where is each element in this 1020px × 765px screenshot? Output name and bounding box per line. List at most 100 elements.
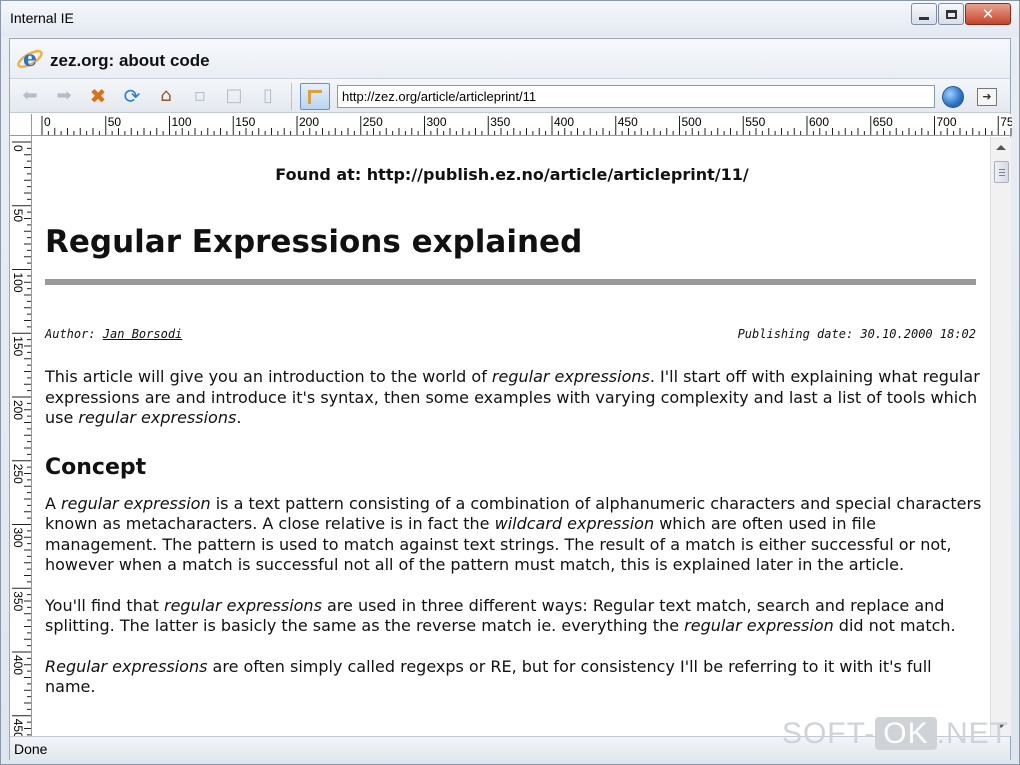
- grip-line: [999, 172, 1005, 173]
- window-title: Internal IE: [10, 10, 74, 26]
- page-medium-icon: □: [225, 85, 243, 106]
- title-rule: [45, 279, 976, 286]
- ruler-icon: [308, 89, 322, 104]
- body-text: This article will give you an introducti…: [45, 367, 492, 387]
- found-at-line: Found at: http://publish.ez.no/article/a…: [275, 165, 749, 184]
- page-large-button[interactable]: ▯: [256, 84, 280, 108]
- emphasis-text: regular expressions: [164, 595, 322, 615]
- author-link[interactable]: Jan Borsodi: [103, 327, 182, 341]
- watermark-left: SOFT-: [781, 717, 876, 750]
- export-icon[interactable]: ➜: [977, 88, 997, 106]
- home-button[interactable]: ⌂: [154, 84, 178, 108]
- author-label: Author:: [45, 327, 103, 342]
- minimize-icon: [919, 16, 929, 20]
- ruler-label: 0: [11, 145, 25, 152]
- ruler-label: 150: [235, 115, 255, 129]
- body-text: A: [45, 493, 62, 513]
- emphasis-text: Regular expressions: [45, 656, 208, 676]
- watermark-box: OK: [875, 717, 937, 750]
- ruler-label: 450: [11, 719, 25, 736]
- internet-explorer-icon: e: [17, 46, 43, 72]
- maximize-button[interactable]: [938, 3, 964, 25]
- concept-paragraph-2: You'll find that regular expressions are…: [45, 596, 985, 637]
- ruler-label: 400: [11, 655, 25, 675]
- forward-button[interactable]: ➡: [52, 84, 76, 108]
- horizontal-ruler: 0 50 100 150 200 250 300 350 400 450 500 550 600 650 7…: [32, 114, 1012, 136]
- ruler-label: 100: [172, 115, 192, 129]
- ruler-label: 250: [363, 115, 383, 129]
- page-medium-button[interactable]: □: [222, 84, 246, 108]
- emphasis-text: wildcard expression: [494, 514, 655, 534]
- emphasis-text: regular expressions: [491, 367, 650, 387]
- close-icon: ✕: [981, 5, 995, 23]
- emphasis-text: regular expression: [61, 493, 211, 513]
- ruler-label: 50: [11, 209, 25, 223]
- ruler-label: 600: [809, 115, 829, 129]
- ruler-label: 550: [745, 115, 765, 129]
- scroll-up-arrow-icon[interactable]: [996, 145, 1006, 150]
- ruler-label: 250: [11, 464, 25, 484]
- minimize-button[interactable]: [911, 3, 937, 25]
- home-icon: ⌂: [160, 85, 172, 106]
- window-controls: ✕: [910, 3, 1011, 25]
- close-button[interactable]: ✕: [965, 3, 1011, 25]
- author-line: Author: Jan Borsodi: [45, 327, 182, 341]
- ruler-label: 0: [44, 115, 51, 129]
- body-text: did not match.: [833, 616, 956, 636]
- address-input[interactable]: [337, 85, 935, 108]
- ruler-label: 150: [11, 336, 25, 356]
- concept-paragraph-1: A regular expression is a text pattern c…: [45, 494, 985, 576]
- emphasis-text: regular expressions: [78, 408, 237, 428]
- maximize-icon: [945, 9, 957, 19]
- page-small-button[interactable]: ▫: [188, 84, 212, 108]
- refresh-button[interactable]: ⟳: [120, 84, 144, 108]
- stop-x-icon: ✖: [89, 84, 107, 108]
- ruler-label: 450: [618, 115, 638, 129]
- ruler-label: 400: [554, 115, 574, 129]
- grip-line: [999, 175, 1005, 176]
- title-bar[interactable]: Internal IE ✕: [1, 1, 1019, 37]
- ruler-label: 750: [1000, 115, 1012, 129]
- stop-button[interactable]: ✖: [86, 84, 110, 108]
- ruler-label: 200: [299, 115, 319, 129]
- ruler-label: 50: [108, 115, 122, 129]
- ruler-corner: [10, 114, 32, 136]
- vertical-scrollbar[interactable]: [990, 137, 1011, 736]
- page-large-icon: ▯: [263, 85, 273, 106]
- ruler-label: 500: [682, 115, 702, 129]
- status-text: Done: [14, 741, 48, 757]
- page-viewport[interactable]: Found at: http://publish.ez.no/article/a…: [33, 137, 991, 736]
- article-content: Found at: http://publish.ez.no/article/a…: [33, 165, 991, 698]
- toolbar-separator: [291, 83, 292, 110]
- publishing-date: Publishing date: 30.10.2000 18:02: [737, 327, 976, 342]
- ruler-label: 200: [11, 400, 25, 420]
- grip-line: [999, 169, 1005, 170]
- arrow-left-icon: ⬅: [22, 85, 38, 106]
- ruler-label: 100: [11, 273, 25, 293]
- ruler-label: 650: [873, 115, 893, 129]
- client-area: e zez.org: about code ⬅ ➡ ✖ ⟳ ⌂ ▫ □ ▯ ➜ 0 50 100 1…: [9, 38, 1012, 760]
- article-meta: Author: Jan Borsodi Publishing date: 30.…: [45, 327, 976, 341]
- article-title: Regular Expressions explained: [45, 224, 583, 260]
- svg-text:e: e: [23, 46, 37, 72]
- vertical-ruler: 0 50 100 150 200 250 300 350 400 450: [10, 136, 32, 736]
- ruler-label: 350: [11, 591, 25, 611]
- page-small-icon: ▫: [193, 85, 207, 106]
- ruler-label: 300: [427, 115, 447, 129]
- ruler-label: 350: [490, 115, 510, 129]
- ruler-toggle-button[interactable]: [300, 83, 330, 110]
- arrow-right-icon: ➡: [56, 85, 72, 106]
- emphasis-text: regular expression: [684, 616, 834, 636]
- watermark-right: .NET: [936, 717, 1009, 750]
- scroll-thumb[interactable]: [994, 161, 1009, 183]
- back-button[interactable]: ⬅: [18, 84, 42, 108]
- intro-paragraph: This article will give you an introducti…: [45, 367, 985, 429]
- concept-paragraph-3: Regular expressions are often simply cal…: [45, 657, 985, 698]
- toolbar: ⬅ ➡ ✖ ⟳ ⌂ ▫ □ ▯ ➜: [10, 79, 1010, 113]
- go-globe-icon[interactable]: [942, 86, 964, 108]
- body-text: .: [236, 408, 242, 428]
- watermark: SOFT- OK .NET: [782, 717, 1009, 751]
- browser-window: Internal IE ✕ e zez.org: about code ⬅ ➡ ✖ ⟳…: [0, 0, 1020, 765]
- page-header: e zez.org: about code: [10, 39, 1010, 79]
- ruler-label: 300: [11, 528, 25, 548]
